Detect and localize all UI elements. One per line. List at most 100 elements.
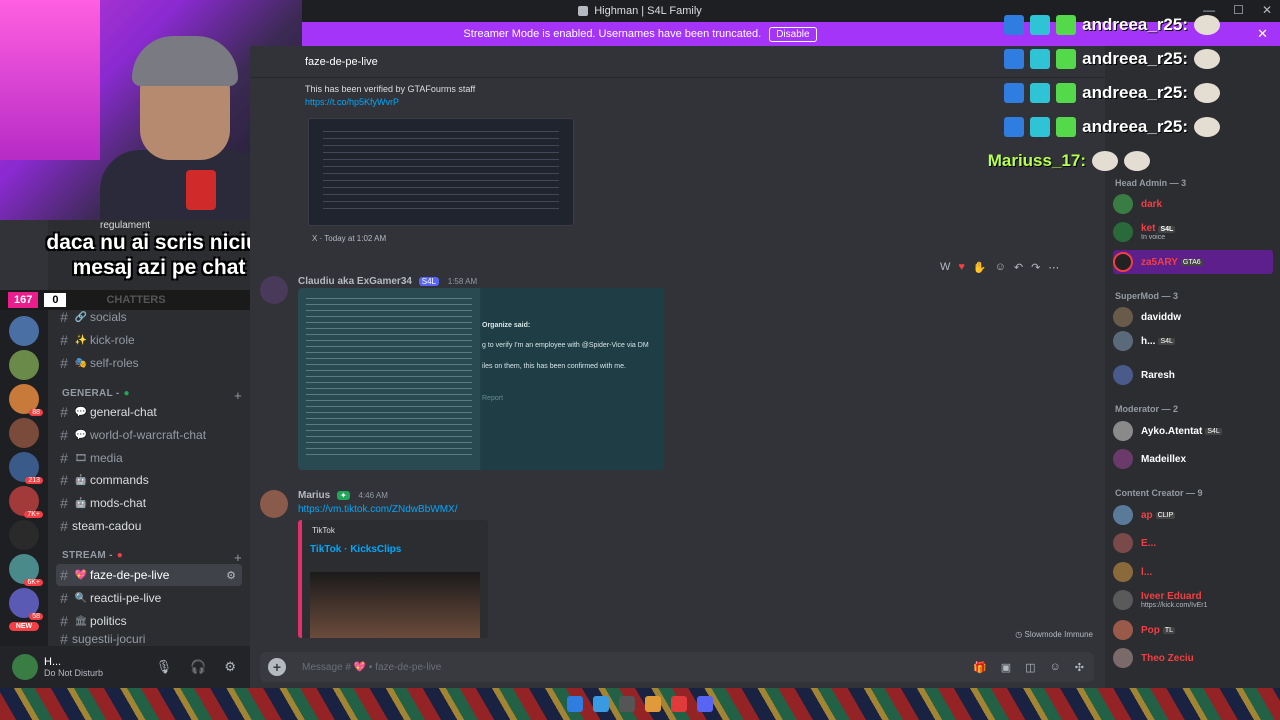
server-icon[interactable]: 213 bbox=[9, 452, 43, 484]
reply-icon[interactable]: ↶ bbox=[1014, 261, 1023, 274]
discord-icon[interactable] bbox=[697, 696, 713, 712]
tweet-embed: This has been verified by GTAFourms staf… bbox=[305, 84, 585, 107]
forward-icon[interactable]: ↷ bbox=[1031, 261, 1040, 274]
channel-general-chat[interactable]: # 💬 general-chat bbox=[56, 401, 242, 423]
channel-kick-role[interactable]: # ✨ kick-role bbox=[56, 329, 242, 351]
embed-image[interactable] bbox=[308, 118, 574, 226]
add-reaction-icon[interactable]: ☺ bbox=[995, 261, 1006, 274]
close-banner-icon[interactable]: ✕ bbox=[1257, 26, 1268, 42]
message-input[interactable]: + Message # 💖 • faze-de-pe-live 🎁 ▣ ◫ ☺ … bbox=[260, 652, 1094, 682]
message-actions: W ♥ ✋ ☺ ↶ ↷ ⋯ bbox=[940, 261, 1059, 274]
app-icon[interactable] bbox=[671, 696, 687, 712]
member[interactable]: ap CLIP bbox=[1113, 503, 1273, 527]
start-icon[interactable] bbox=[567, 696, 583, 712]
app-icon[interactable] bbox=[645, 696, 661, 712]
apps-icon[interactable]: ✣ bbox=[1075, 661, 1084, 674]
channel-emoji: 🔍 bbox=[74, 592, 88, 604]
embed-link[interactable]: https://t.co/hp5KfyWvrP bbox=[305, 97, 585, 107]
channel-politics[interactable]: # 🏛 politics bbox=[56, 610, 242, 632]
member-avatar bbox=[1113, 222, 1133, 242]
chatter-progress: 0 bbox=[44, 293, 67, 307]
screenshot-attachment[interactable]: Organize said: g to verify I'm an employ… bbox=[298, 288, 664, 470]
member[interactable]: Raresh bbox=[1113, 363, 1273, 387]
app-icon[interactable] bbox=[593, 696, 609, 712]
channel-commands[interactable]: # 🤖 commands bbox=[56, 469, 242, 491]
member[interactable]: Ayko.Atentat S4L bbox=[1113, 419, 1273, 443]
server-icon[interactable]: 58 bbox=[9, 588, 43, 620]
viewer-count: 167 bbox=[8, 292, 39, 308]
tiktok-embed[interactable]: TikTok TikTok · KicksClips bbox=[298, 520, 488, 638]
microphone-icon[interactable]: 🎙 bbox=[156, 659, 173, 675]
channel-steam-cadou[interactable]: # steam-cadou bbox=[56, 515, 242, 537]
member[interactable]: Theo Zeciu bbox=[1113, 646, 1273, 670]
server-icon[interactable] bbox=[9, 418, 39, 448]
server-icon[interactable]: 7K+ bbox=[9, 486, 43, 518]
member[interactable]: Iveer Eduard https://kick.com/IvEr1 bbox=[1113, 588, 1273, 612]
more-icon[interactable]: ⋯ bbox=[1048, 261, 1059, 274]
tiktok-link[interactable]: https://vm.tiktok.com/ZNdwBbWMX/ bbox=[298, 504, 457, 515]
member[interactable]: za5ARY GTA6 bbox=[1113, 250, 1273, 274]
mod-badge-icon bbox=[1004, 117, 1025, 137]
message-author[interactable]: Marius bbox=[298, 490, 330, 501]
disable-button[interactable]: Disable bbox=[769, 26, 817, 42]
screenshot-quote: Organize said: g to verify I'm an employ… bbox=[482, 288, 664, 470]
channel-sugestii-jocuri[interactable]: # sugestii-jocuri bbox=[56, 632, 242, 646]
channel-emoji: 🏛 bbox=[74, 615, 88, 627]
settings-gear-icon[interactable]: ⚙ bbox=[226, 569, 236, 582]
sticker-icon[interactable]: ◫ bbox=[1025, 661, 1035, 674]
member[interactable]: dark bbox=[1113, 192, 1273, 216]
message-author[interactable]: Claudiu aka ExGamer34 bbox=[298, 276, 412, 287]
quote-heading: Organize said: bbox=[482, 322, 531, 329]
video-thumbnail[interactable] bbox=[310, 572, 480, 638]
user-avatar[interactable] bbox=[12, 654, 38, 680]
user-info[interactable]: H... Do Not Disturb bbox=[38, 656, 103, 678]
member[interactable]: h... S4L bbox=[1113, 329, 1273, 353]
member[interactable]: Madeillex bbox=[1113, 447, 1273, 471]
member[interactable]: ket S4L In voice bbox=[1113, 220, 1273, 244]
role-header: Head Admin — 3 bbox=[1115, 178, 1187, 188]
server-icon[interactable] bbox=[9, 316, 39, 346]
server-icon[interactable]: 88 bbox=[9, 384, 43, 416]
heart-icon[interactable]: ♥ bbox=[958, 261, 965, 274]
close-icon[interactable]: ✕ bbox=[1262, 3, 1272, 17]
server-icon[interactable] bbox=[9, 520, 39, 550]
member[interactable]: E... bbox=[1113, 531, 1273, 555]
headphones-icon[interactable]: 🎧 bbox=[190, 659, 206, 675]
embed-title[interactable]: TikTok · KicksClips bbox=[310, 544, 488, 555]
settings-icon[interactable]: ⚙ bbox=[224, 659, 236, 675]
channel-reactii-pe-live[interactable]: # 🔍 reactii-pe-live bbox=[56, 587, 242, 609]
channel-media[interactable]: # 🎞 media bbox=[56, 447, 242, 469]
member-list: Head Admin — 3 dark ket S4L In voice za5AR… bbox=[1105, 46, 1280, 688]
gif-icon[interactable]: ▣ bbox=[1001, 661, 1011, 674]
member[interactable]: l... bbox=[1113, 560, 1273, 584]
emoji-icon[interactable]: ☺ bbox=[1050, 661, 1061, 674]
channel-wow-chat[interactable]: # 💬 world-of-warcraft-chat bbox=[56, 424, 242, 446]
attach-plus-icon[interactable]: + bbox=[268, 658, 286, 676]
avatar[interactable] bbox=[260, 490, 288, 518]
member-name: daviddw bbox=[1141, 311, 1182, 323]
server-icon[interactable]: 6K+ bbox=[9, 554, 43, 586]
member[interactable]: daviddw bbox=[1113, 305, 1273, 329]
role-header: Content Creator — 9 bbox=[1115, 488, 1203, 498]
server-icon[interactable] bbox=[9, 350, 39, 380]
add-channel-icon[interactable]: + bbox=[234, 550, 242, 565]
member[interactable]: Pop TL bbox=[1113, 618, 1273, 642]
category-stream[interactable]: STREAM - ● + bbox=[62, 550, 242, 565]
sub-badge-icon bbox=[1056, 15, 1077, 35]
chatter-name: andreea_r25: bbox=[1082, 15, 1188, 34]
avatar[interactable] bbox=[260, 276, 288, 304]
hash-icon: # bbox=[60, 613, 68, 629]
channel-faze-de-pe-live[interactable]: # 💖 faze-de-pe-live ⚙ bbox=[56, 564, 242, 586]
member-name: l... bbox=[1141, 566, 1153, 578]
channel-mods-chat[interactable]: # 🤖 mods-chat bbox=[56, 492, 242, 514]
app-icon[interactable] bbox=[619, 696, 635, 712]
vip-badge-icon bbox=[1030, 15, 1051, 35]
react-icon[interactable]: ✋ bbox=[973, 261, 987, 274]
maximize-icon[interactable]: ☐ bbox=[1233, 3, 1244, 17]
window-title: Highman | S4L Family bbox=[594, 5, 702, 17]
member-name: Iveer Eduard bbox=[1141, 591, 1202, 602]
react-w-icon[interactable]: W bbox=[940, 261, 950, 274]
member-name: E... bbox=[1141, 537, 1157, 549]
channel-self-roles[interactable]: # 🎭 self-roles bbox=[56, 352, 242, 374]
gift-icon[interactable]: 🎁 bbox=[973, 661, 987, 674]
